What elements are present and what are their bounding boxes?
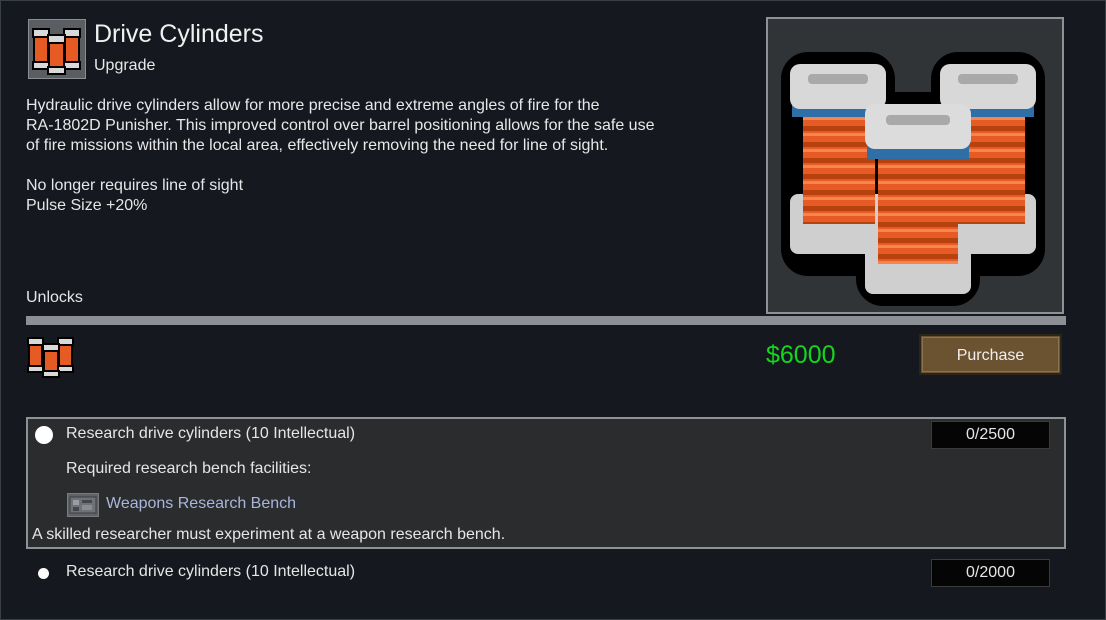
research-radio-selected[interactable] xyxy=(35,426,53,444)
drive-cylinders-icon[interactable] xyxy=(26,333,76,379)
research-progress: 0/2000 xyxy=(931,559,1050,587)
research-note: A skilled researcher must experiment at … xyxy=(32,526,506,543)
upgrade-effects: No longer requires line of sight Pulse S… xyxy=(26,176,243,216)
research-radio-unselected[interactable] xyxy=(38,568,49,579)
research-option-label: Research drive cylinders (10 Intellectua… xyxy=(66,425,356,442)
upgrade-type: Upgrade xyxy=(94,57,156,74)
weapons-research-bench-link[interactable]: Weapons Research Bench xyxy=(106,495,296,513)
unlocks-label: Unlocks xyxy=(26,289,83,306)
upgrade-title: Drive Cylinders xyxy=(94,20,264,48)
effect-line: No longer requires line of sight xyxy=(26,177,244,194)
research-requirement: Required research bench facilities: xyxy=(66,460,312,477)
description-line: Hydraulic drive cylinders allow for more… xyxy=(26,97,600,114)
research-bench-icon xyxy=(67,493,99,517)
upgrade-price: $6000 xyxy=(766,341,836,369)
upgrade-preview xyxy=(766,17,1064,314)
research-progress: 0/2500 xyxy=(931,421,1050,449)
effect-line: Pulse Size +20% xyxy=(26,197,148,214)
description-line: of fire missions within the local area, … xyxy=(26,137,609,154)
description-line: RA-1802D Punisher. This improved control… xyxy=(26,117,655,134)
research-option-label[interactable]: Research drive cylinders (10 Intellectua… xyxy=(66,563,355,581)
purchase-button[interactable]: Purchase xyxy=(919,334,1062,375)
drive-cylinders-icon xyxy=(781,52,1045,306)
section-divider xyxy=(26,316,1066,325)
drive-cylinders-icon xyxy=(28,19,86,79)
upgrade-description: Hydraulic drive cylinders allow for more… xyxy=(26,96,746,156)
